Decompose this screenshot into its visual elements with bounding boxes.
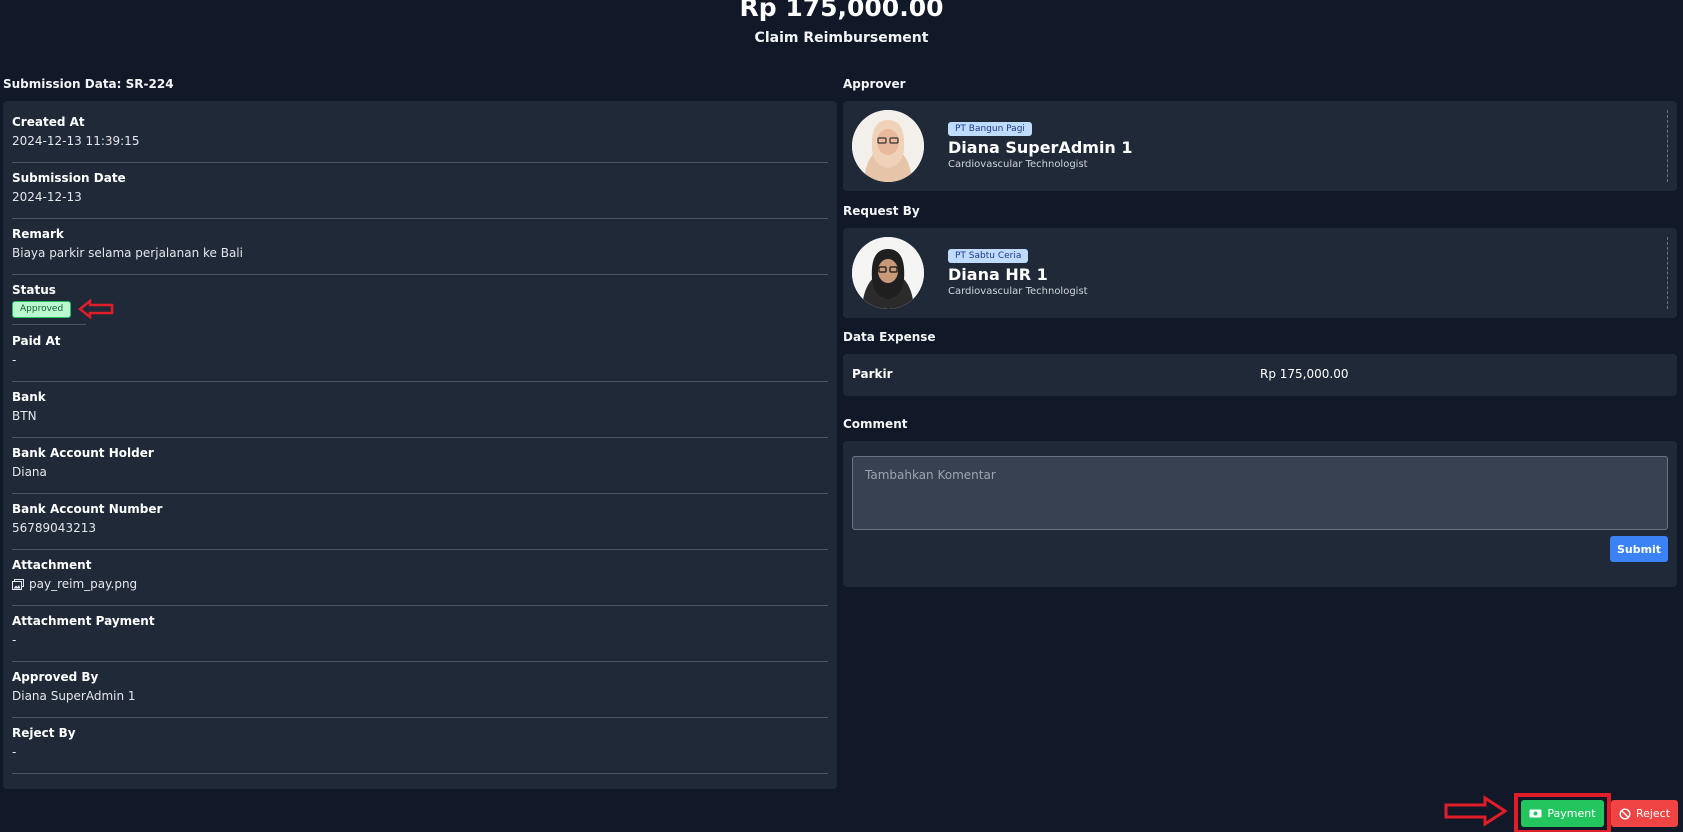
field-value: Diana SuperAdmin 1 — [12, 689, 136, 703]
field-label: Bank — [12, 390, 46, 404]
reject-button[interactable]: Reject — [1611, 800, 1678, 827]
dashed-divider — [1667, 237, 1668, 309]
expense-name: Parkir — [852, 367, 893, 381]
attachment-filename: pay_reim_pay.png — [29, 577, 138, 591]
ban-icon — [1619, 807, 1631, 820]
approver-name: Diana SuperAdmin 1 — [948, 138, 1133, 157]
field-value: 2024-12-13 11:39:15 — [12, 134, 140, 148]
approver-role: Cardiovascular Technologist — [948, 159, 1088, 170]
field-remark: Remark Biaya parkir selama perjalanan ke… — [12, 219, 828, 275]
field-value: Biaya parkir selama perjalanan ke Bali — [12, 246, 243, 260]
field-bank: Bank BTN — [12, 382, 828, 438]
comment-input[interactable] — [852, 456, 1668, 530]
expense-row: Parkir Rp 175,000.00 — [843, 354, 1677, 396]
field-label: Bank Account Holder — [12, 446, 154, 460]
dashed-divider — [1667, 110, 1668, 182]
field-label: Approved By — [12, 670, 99, 684]
image-icon — [12, 578, 24, 590]
field-value: - — [12, 745, 17, 759]
field-status: Status Approved — [12, 275, 828, 326]
expense-amount: Rp 175,000.00 — [1260, 367, 1349, 381]
field-label: Created At — [12, 115, 85, 129]
field-approved-by: Approved By Diana SuperAdmin 1 — [12, 662, 828, 718]
approver-title: Approver — [843, 77, 906, 91]
page-title: Claim Reimbursement — [754, 30, 929, 46]
reject-label: Reject — [1635, 807, 1671, 820]
comment-card: Submit — [843, 441, 1677, 587]
submit-button[interactable]: Submit — [1610, 536, 1668, 562]
company-badge: PT Sabtu Ceria — [948, 249, 1029, 263]
field-bank-account-number: Bank Account Number 56789043213 — [12, 494, 828, 550]
attachment-link[interactable]: pay_reim_pay.png — [12, 575, 828, 593]
field-attachment-payment: Attachment Payment - — [12, 606, 828, 662]
status-badge: Approved — [12, 300, 72, 318]
submission-title: Submission Data: SR-224 — [3, 77, 174, 91]
field-value: 2024-12-13 — [12, 190, 82, 204]
field-label: Bank Account Number — [12, 502, 163, 516]
payment-label: Payment — [1547, 807, 1596, 820]
requester-name: Diana HR 1 — [948, 265, 1048, 284]
money-icon — [1529, 809, 1542, 818]
field-label: Attachment — [12, 558, 92, 572]
field-value: BTN — [12, 409, 37, 423]
avatar — [852, 237, 924, 309]
avatar — [852, 110, 924, 182]
field-label: Paid At — [12, 334, 61, 348]
field-label: Submission Date — [12, 171, 126, 185]
requester-card: PT Sabtu Ceria Diana HR 1 Cardiovascular… — [843, 228, 1677, 318]
expense-title: Data Expense — [843, 330, 936, 344]
field-value: - — [12, 353, 17, 367]
comment-title: Comment — [843, 417, 908, 431]
request-by-title: Request By — [843, 204, 920, 218]
field-paid-at: Paid At - — [12, 326, 828, 382]
field-label: Remark — [12, 227, 64, 241]
field-submission-date: Submission Date 2024-12-13 — [12, 163, 828, 219]
company-badge: PT Bangun Pagi — [948, 122, 1032, 136]
field-label: Status — [12, 283, 56, 297]
field-bank-account-holder: Bank Account Holder Diana — [12, 438, 828, 494]
field-created-at: Created At 2024-12-13 11:39:15 — [12, 107, 828, 163]
approver-photo — [852, 110, 924, 182]
field-value: Diana — [12, 465, 47, 479]
arrow-right-icon — [1444, 795, 1508, 827]
field-label: Attachment Payment — [12, 614, 155, 628]
requester-photo — [852, 237, 924, 309]
field-value: - — [12, 633, 17, 647]
requester-role: Cardiovascular Technologist — [948, 286, 1088, 297]
field-reject-by: Reject By - — [12, 718, 828, 774]
arrow-left-icon — [78, 299, 114, 319]
field-value: 56789043213 — [12, 521, 96, 535]
status-divider — [12, 324, 86, 325]
field-attachment: Attachment pay_reim_pay.png — [12, 550, 828, 606]
payment-button[interactable]: Payment — [1521, 800, 1604, 827]
field-label: Reject By — [12, 726, 76, 740]
claim-amount: Rp 175,000.00 — [739, 0, 944, 22]
approver-card: PT Bangun Pagi Diana SuperAdmin 1 Cardio… — [843, 101, 1677, 191]
submission-card: Created At 2024-12-13 11:39:15 Submissio… — [3, 101, 837, 789]
page-header: Rp 175,000.00 Claim Reimbursement — [0, 0, 1683, 46]
status-value-row: Approved — [12, 299, 828, 319]
